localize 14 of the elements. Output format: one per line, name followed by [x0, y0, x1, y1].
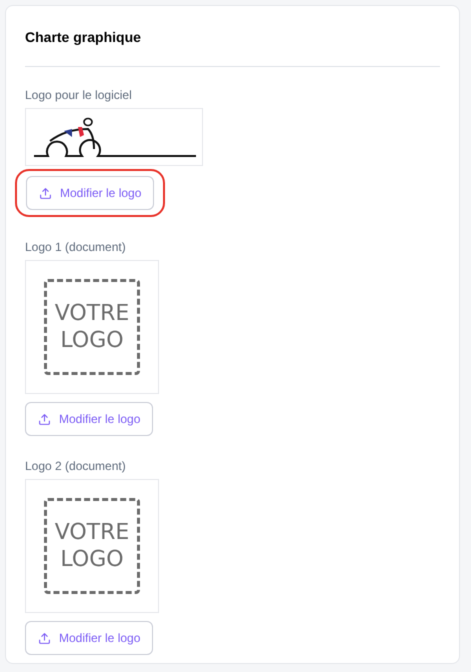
- upload-button[interactable]: Modifier le logo: [26, 176, 154, 210]
- placeholder-text: VOTRE: [54, 300, 130, 327]
- upload-button[interactable]: Modifier le logo: [25, 402, 154, 436]
- upload-button[interactable]: Modifier le logo: [25, 621, 154, 655]
- upload-icon: [38, 412, 51, 426]
- logo-label: Logo pour le logiciel: [25, 87, 132, 103]
- placeholder-text: VOTRE: [54, 519, 130, 546]
- logo-label: Logo 2 (document): [25, 458, 126, 474]
- upload-icon: [39, 186, 52, 200]
- placeholder-text: LOGO: [60, 546, 124, 573]
- placeholder-text: LOGO: [60, 327, 124, 354]
- logo-label: Logo 1 (document): [25, 239, 126, 255]
- card-title: Charte graphique: [25, 28, 142, 46]
- upload-icon: [38, 632, 51, 644]
